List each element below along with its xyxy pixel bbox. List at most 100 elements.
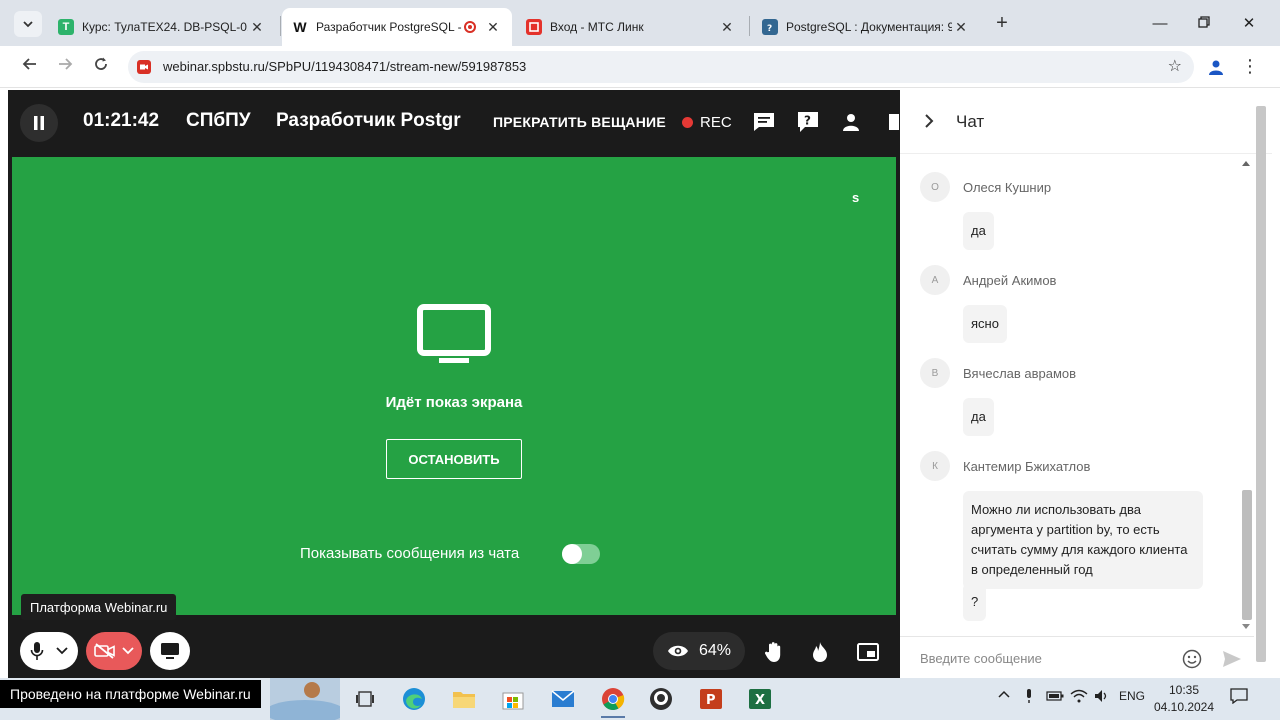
exit-button[interactable] [884, 110, 900, 134]
task-view-button[interactable] [350, 684, 380, 714]
system-clock[interactable]: 10:35 04.10.2024 [1150, 682, 1218, 716]
message-text: Можно ли использовать два аргумента у pa… [963, 491, 1203, 589]
minimize-button[interactable]: — [1148, 12, 1172, 36]
tab-search-button[interactable] [14, 11, 42, 37]
collapse-chat-button[interactable] [924, 112, 934, 133]
tab-mts-link[interactable]: Вход - МТС Линк ✕ [516, 8, 746, 46]
chat-message: В Вячеслав аврамов да [920, 358, 1240, 438]
notifications-icon[interactable] [1230, 688, 1248, 707]
emoji-icon [1182, 649, 1202, 669]
bookmark-star-icon[interactable]: ☆ [1168, 56, 1182, 76]
chat-message: А Андрей Акимов ясно [920, 265, 1240, 345]
rec-indicator[interactable]: REC [682, 114, 732, 131]
chat-panel: Чат О Олеся Кушнир да А Андрей Акимов яс… [900, 90, 1272, 678]
send-button[interactable] [1222, 650, 1242, 673]
send-icon [1223, 651, 1241, 667]
microphone-tray-icon[interactable] [1024, 688, 1034, 707]
new-tab-button[interactable]: + [990, 12, 1014, 36]
microphone-button[interactable] [20, 632, 78, 670]
file-explorer-app[interactable] [449, 684, 479, 714]
scroll-down-icon [1242, 624, 1250, 629]
address-bar[interactable]: webinar.spbstu.ru/SPbPU/1194308471/strea… [128, 51, 1194, 83]
taskbar-search-thumbnail[interactable] [270, 678, 340, 720]
forward-button[interactable] [53, 55, 77, 79]
close-icon[interactable]: ✕ [248, 19, 266, 36]
wifi-icon[interactable] [1070, 689, 1088, 706]
microphone-icon [30, 642, 44, 660]
tray-expand-icon[interactable] [998, 688, 1010, 702]
message-text: ясно [963, 305, 1007, 343]
stop-broadcast-button[interactable]: ПРЕКРАТИТЬ ВЕЩАНИЕ [493, 114, 666, 130]
avatar: К [920, 451, 950, 481]
edge-app[interactable] [399, 684, 429, 714]
tab-webinar[interactable]: W Разработчик PostgreSQL - ✕ [282, 8, 512, 46]
profile-button[interactable] [1204, 55, 1228, 79]
avatar: О [920, 172, 950, 202]
chat-scroll-thumb[interactable] [1242, 490, 1252, 620]
chat-title: Чат [956, 112, 985, 131]
camera-off-icon [94, 643, 115, 659]
close-window-button[interactable]: ✕ [1237, 12, 1261, 36]
tab-title: Разработчик PostgreSQL - [316, 20, 462, 34]
browser-menu-button[interactable]: ⋮ [1240, 55, 1260, 79]
questions-button[interactable]: ? [796, 110, 820, 134]
reactions-button[interactable] [808, 640, 832, 664]
volume-icon[interactable] [1094, 689, 1110, 706]
excel-icon: X [749, 689, 771, 709]
battery-icon[interactable] [1046, 690, 1064, 705]
chat-message-list[interactable]: О Олеся Кушнир да А Андрей Акимов ясно В… [900, 154, 1240, 632]
platform-tooltip: Платформа Webinar.ru [21, 594, 177, 620]
tab-course[interactable]: Т Курс: ТулаТЕХ24. DB-PSQL-01 ✕ [48, 8, 276, 46]
pgadmin-app[interactable] [646, 684, 676, 714]
raise-hand-button[interactable] [762, 640, 786, 664]
elephant-icon [650, 688, 672, 710]
task-view-icon [356, 691, 374, 707]
close-icon[interactable]: ✕ [718, 19, 736, 36]
restore-button[interactable] [1192, 12, 1216, 36]
powerpoint-icon: P [700, 689, 722, 709]
mail-icon [551, 690, 575, 707]
picture-in-picture-button[interactable] [856, 640, 880, 664]
close-icon[interactable]: ✕ [484, 19, 502, 36]
user-icon [1209, 60, 1223, 75]
pip-icon [857, 643, 879, 661]
broadcast-timer: 01:21:42 [83, 110, 160, 131]
chrome-app[interactable] [598, 684, 628, 718]
chevron-down-icon [122, 647, 134, 655]
participants-button[interactable] [839, 110, 863, 134]
chevron-right-icon [925, 114, 934, 128]
show-chat-label: Показывать сообщения из чата [300, 545, 520, 562]
webinar-bottombar: 64% [8, 628, 900, 678]
message-author: Кантемир Бжихатлов [963, 459, 1091, 474]
reload-button[interactable] [89, 55, 113, 79]
tab-postgres-docs[interactable]: ? PostgreSQL : Документация: 9 ✕ [752, 8, 980, 46]
stop-sharing-button[interactable]: ОСТАНОВИТЬ [386, 439, 522, 479]
recording-icon [464, 21, 476, 33]
eye-icon [667, 645, 688, 657]
page-scroll-thumb[interactable] [1256, 106, 1266, 662]
excel-app[interactable]: X [745, 684, 775, 714]
url-text: webinar.spbstu.ru/SPbPU/1194308471/strea… [163, 59, 527, 74]
screen-share-button[interactable] [150, 632, 190, 670]
chat-message-input[interactable] [920, 647, 1170, 669]
language-indicator[interactable]: ENG [1119, 689, 1145, 703]
viewers-indicator[interactable]: 64% [653, 632, 745, 670]
store-app[interactable] [498, 684, 528, 714]
powerpoint-app[interactable]: P [696, 684, 726, 714]
chat-header: Чат [900, 90, 1272, 154]
mail-app[interactable] [548, 684, 578, 714]
camera-icon [137, 60, 151, 74]
back-button[interactable] [18, 55, 42, 79]
camera-button[interactable] [86, 632, 142, 670]
message-author: Вячеслав аврамов [963, 366, 1077, 381]
edge-icon [403, 688, 425, 710]
show-chat-toggle[interactable] [562, 544, 600, 564]
screen-share-stage: s Идёт показ экрана ОСТАНОВИТЬ Показыват… [12, 157, 896, 615]
pause-button[interactable] [20, 104, 58, 142]
chat-icon [754, 113, 774, 131]
chat-input-area [900, 636, 1254, 678]
chat-toggle-button[interactable] [752, 110, 776, 134]
platform-caption: Проведено на платформе Webinar.ru [0, 680, 261, 708]
emoji-button[interactable] [1182, 649, 1202, 674]
close-icon[interactable]: ✕ [952, 19, 970, 36]
